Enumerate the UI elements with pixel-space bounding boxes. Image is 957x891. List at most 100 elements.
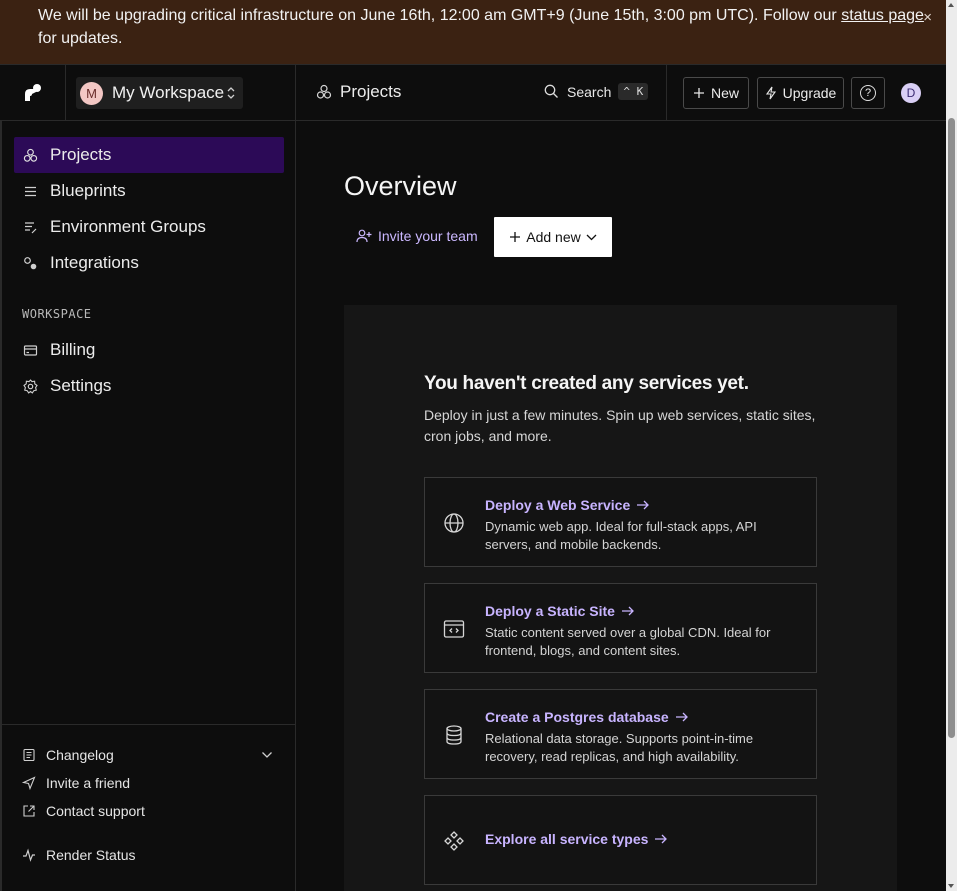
changelog-item[interactable]: Changelog [22,747,114,763]
card-description: Static content served over a global CDN.… [485,625,771,658]
workspace-avatar: M [80,81,103,105]
breadcrumb-label: Projects [340,82,402,101]
integrations-icon [24,256,37,269]
chevron-down-icon [586,234,597,240]
card-title-text: Deploy a Web Service [485,497,631,513]
arrow-right-icon [675,712,688,722]
render-logo-icon[interactable] [23,83,43,103]
new-button-label: New [710,85,739,101]
empty-state-panel: You haven't created any services yet. De… [344,305,897,891]
scrollbar-thumb[interactable] [948,118,955,738]
sidebar-item-projects[interactable]: Projects [14,137,284,173]
user-avatar[interactable]: D [901,83,921,103]
service-types-icon [444,831,464,851]
invite-team-label: Invite your team [378,228,478,244]
environment-groups-icon [25,221,37,233]
search-shortcut: ^ K [618,83,649,100]
add-new-label: Add new [526,229,581,245]
card-title-text: Create a Postgres database [485,709,669,725]
search-label: Search [567,83,612,100]
arrow-right-icon [621,606,634,616]
card-title: Create a Postgres database [485,709,688,725]
sidebar-divider [2,724,296,725]
page-scrollbar[interactable] [946,0,957,891]
banner-text-start: We will be upgrading critical infrastruc… [38,7,842,24]
workspace-name: My Workspace [112,83,225,102]
projects-icon [316,84,332,99]
search-button[interactable]: Search ^ K [544,83,649,100]
search-icon [544,84,558,98]
send-icon [22,776,36,790]
external-link-icon [23,805,35,817]
empty-state-description: Deploy in just a few minutes. Spin up we… [424,407,816,444]
contact-support-item[interactable]: Contact support [22,803,145,819]
changelog-label: Changelog [46,747,114,763]
top-bar: M My Workspace Projects Search ^ K New U [0,64,946,121]
status-page-link[interactable]: status page [841,7,924,24]
card-title: Explore all service types [485,831,668,847]
deploy-static-site-card[interactable]: Deploy a Static Site Static content serv… [424,583,817,673]
sidebar-item-label: Blueprints [50,181,126,200]
workspace-section-label: WORKSPACE [22,307,92,321]
arrow-right-icon [655,834,668,844]
sidebar-item-label: Projects [50,145,112,164]
sidebar-item-integrations[interactable]: Integrations [14,245,284,281]
chevron-down-icon[interactable] [261,751,273,759]
help-button[interactable]: ? [851,77,885,109]
chevron-up-down-icon [227,87,235,99]
plus-icon [510,232,521,242]
explore-service-types-card[interactable]: Explore all service types [424,795,817,885]
invite-friend-label: Invite a friend [46,775,131,791]
create-postgres-card[interactable]: Create a Postgres database Relational da… [424,689,817,779]
add-user-icon [356,229,372,243]
blueprints-icon [25,186,36,196]
sidebar-item-environment-groups[interactable]: Environment Groups [14,209,284,245]
sidebar-item-label: Billing [50,340,96,359]
card-title-text: Explore all service types [485,831,649,847]
logo-cell [0,65,66,121]
sidebar-item-label: Environment Groups [50,217,206,236]
scroll-down-arrow[interactable] [948,884,954,888]
breadcrumb[interactable]: Projects [316,82,401,102]
gear-icon [23,378,38,394]
contact-support-label: Contact support [46,803,145,819]
database-icon [446,725,462,745]
projects-icon [23,148,38,162]
render-status-item[interactable]: Render Status [22,847,136,863]
help-icon: ? [860,85,876,101]
page-title: Overview [344,171,457,201]
empty-state-title: You haven't created any services yet. [424,373,749,394]
lightning-icon [765,86,776,100]
upgrade-button-label: Upgrade [782,85,837,101]
deploy-web-service-card[interactable]: Deploy a Web Service Dynamic web app. Id… [424,477,817,567]
globe-icon [444,513,464,533]
sidebar-item-settings[interactable]: Settings [14,368,284,404]
maintenance-banner: We will be upgrading critical infrastruc… [0,0,946,64]
card-title: Deploy a Web Service [485,497,650,513]
upgrade-button[interactable]: Upgrade [757,77,844,109]
billing-icon [23,344,38,356]
invite-friend-item[interactable]: Invite a friend [22,775,130,791]
card-title-text: Deploy a Static Site [485,603,615,619]
add-new-button[interactable]: Add new [494,217,612,257]
workspace-switcher[interactable]: M My Workspace [76,77,243,109]
render-status-label: Render Status [46,847,136,863]
browser-code-icon [443,620,465,638]
invite-team-link[interactable]: Invite your team [356,228,478,244]
plus-icon [693,88,704,98]
sidebar-item-blueprints[interactable]: Blueprints [14,173,284,209]
banner-text-end: for updates. [38,30,123,47]
workspace-cell: M My Workspace [66,65,296,121]
sidebar-item-label: Integrations [50,253,139,272]
top-actions: New Upgrade ? D [666,65,946,121]
sidebar-item-billing[interactable]: Billing [14,332,284,368]
sidebar-item-label: Settings [50,376,112,395]
main-content: Overview Invite your team Add new You ha… [296,121,946,891]
card-description: Relational data storage. Supports point-… [485,731,754,764]
pulse-icon [23,848,35,862]
arrow-right-icon [637,500,650,510]
close-icon[interactable]: × [923,6,932,29]
scroll-up-arrow[interactable] [948,3,954,7]
new-button[interactable]: New [683,77,749,109]
card-title: Deploy a Static Site [485,603,634,619]
